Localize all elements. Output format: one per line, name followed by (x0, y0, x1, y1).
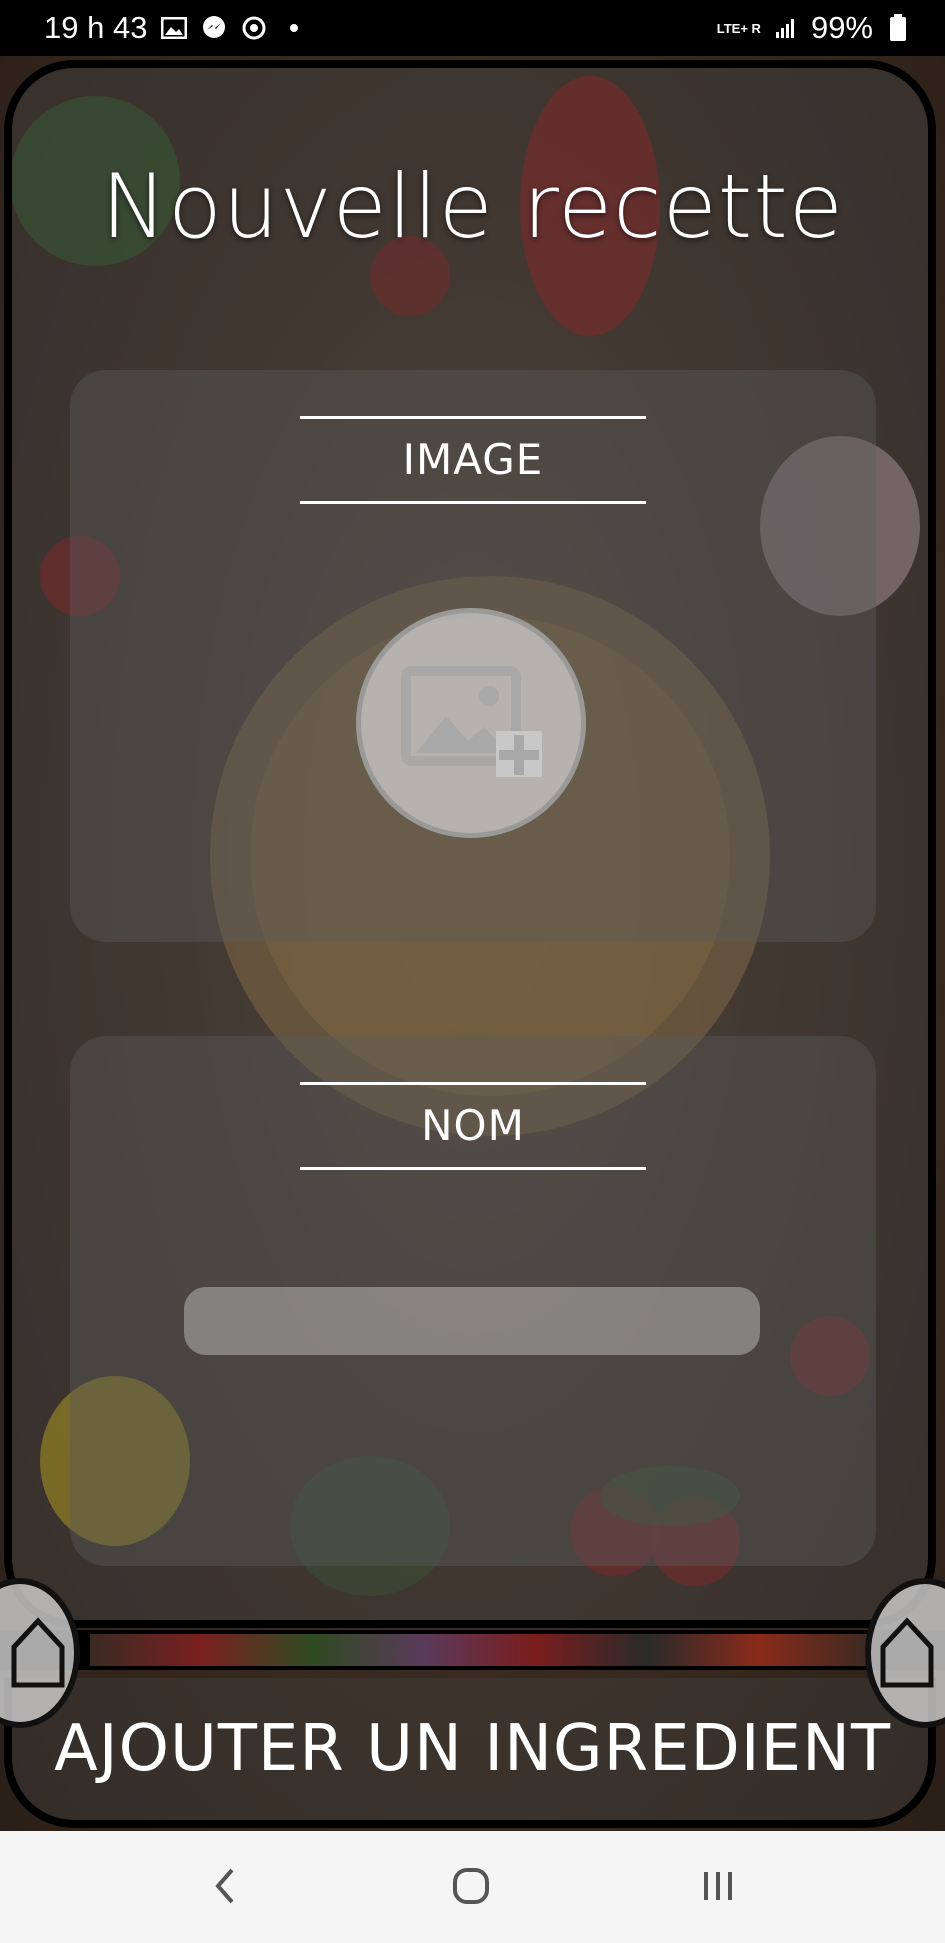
messenger-icon (201, 15, 227, 41)
home-circle-icon (451, 1866, 491, 1910)
battery-percentage: 99% (810, 10, 873, 45)
image-section-title: IMAGE (300, 416, 646, 504)
recents-button[interactable] (688, 1863, 748, 1913)
home-nav-button[interactable] (441, 1863, 501, 1913)
dot-icon (281, 15, 307, 41)
image-icon (161, 15, 188, 41)
decorative-strip (0, 1630, 945, 1670)
status-time: 19 h 43 (44, 10, 148, 45)
recipe-name-input[interactable] (184, 1287, 760, 1355)
home-icon (877, 1611, 937, 1695)
recents-icon (698, 1866, 738, 1910)
add-photo-icon (396, 661, 546, 785)
image-picker-button[interactable] (356, 608, 586, 838)
page-title: Nouvelle recette (101, 155, 844, 258)
name-section-title: NOM (300, 1082, 646, 1170)
status-bar: 19 h 43 LTE+ R 99% (0, 0, 945, 56)
system-navigation-bar (0, 1831, 945, 1943)
back-icon (210, 1866, 240, 1910)
add-ingredient-button[interactable]: AJOUTER UN INGREDIENT (0, 1712, 945, 1786)
signal-icon (773, 15, 799, 41)
home-icon (8, 1611, 68, 1695)
back-button[interactable] (195, 1863, 255, 1913)
network-type: LTE+ R (716, 20, 761, 36)
battery-icon (885, 14, 911, 41)
whatsapp-icon (241, 15, 267, 41)
